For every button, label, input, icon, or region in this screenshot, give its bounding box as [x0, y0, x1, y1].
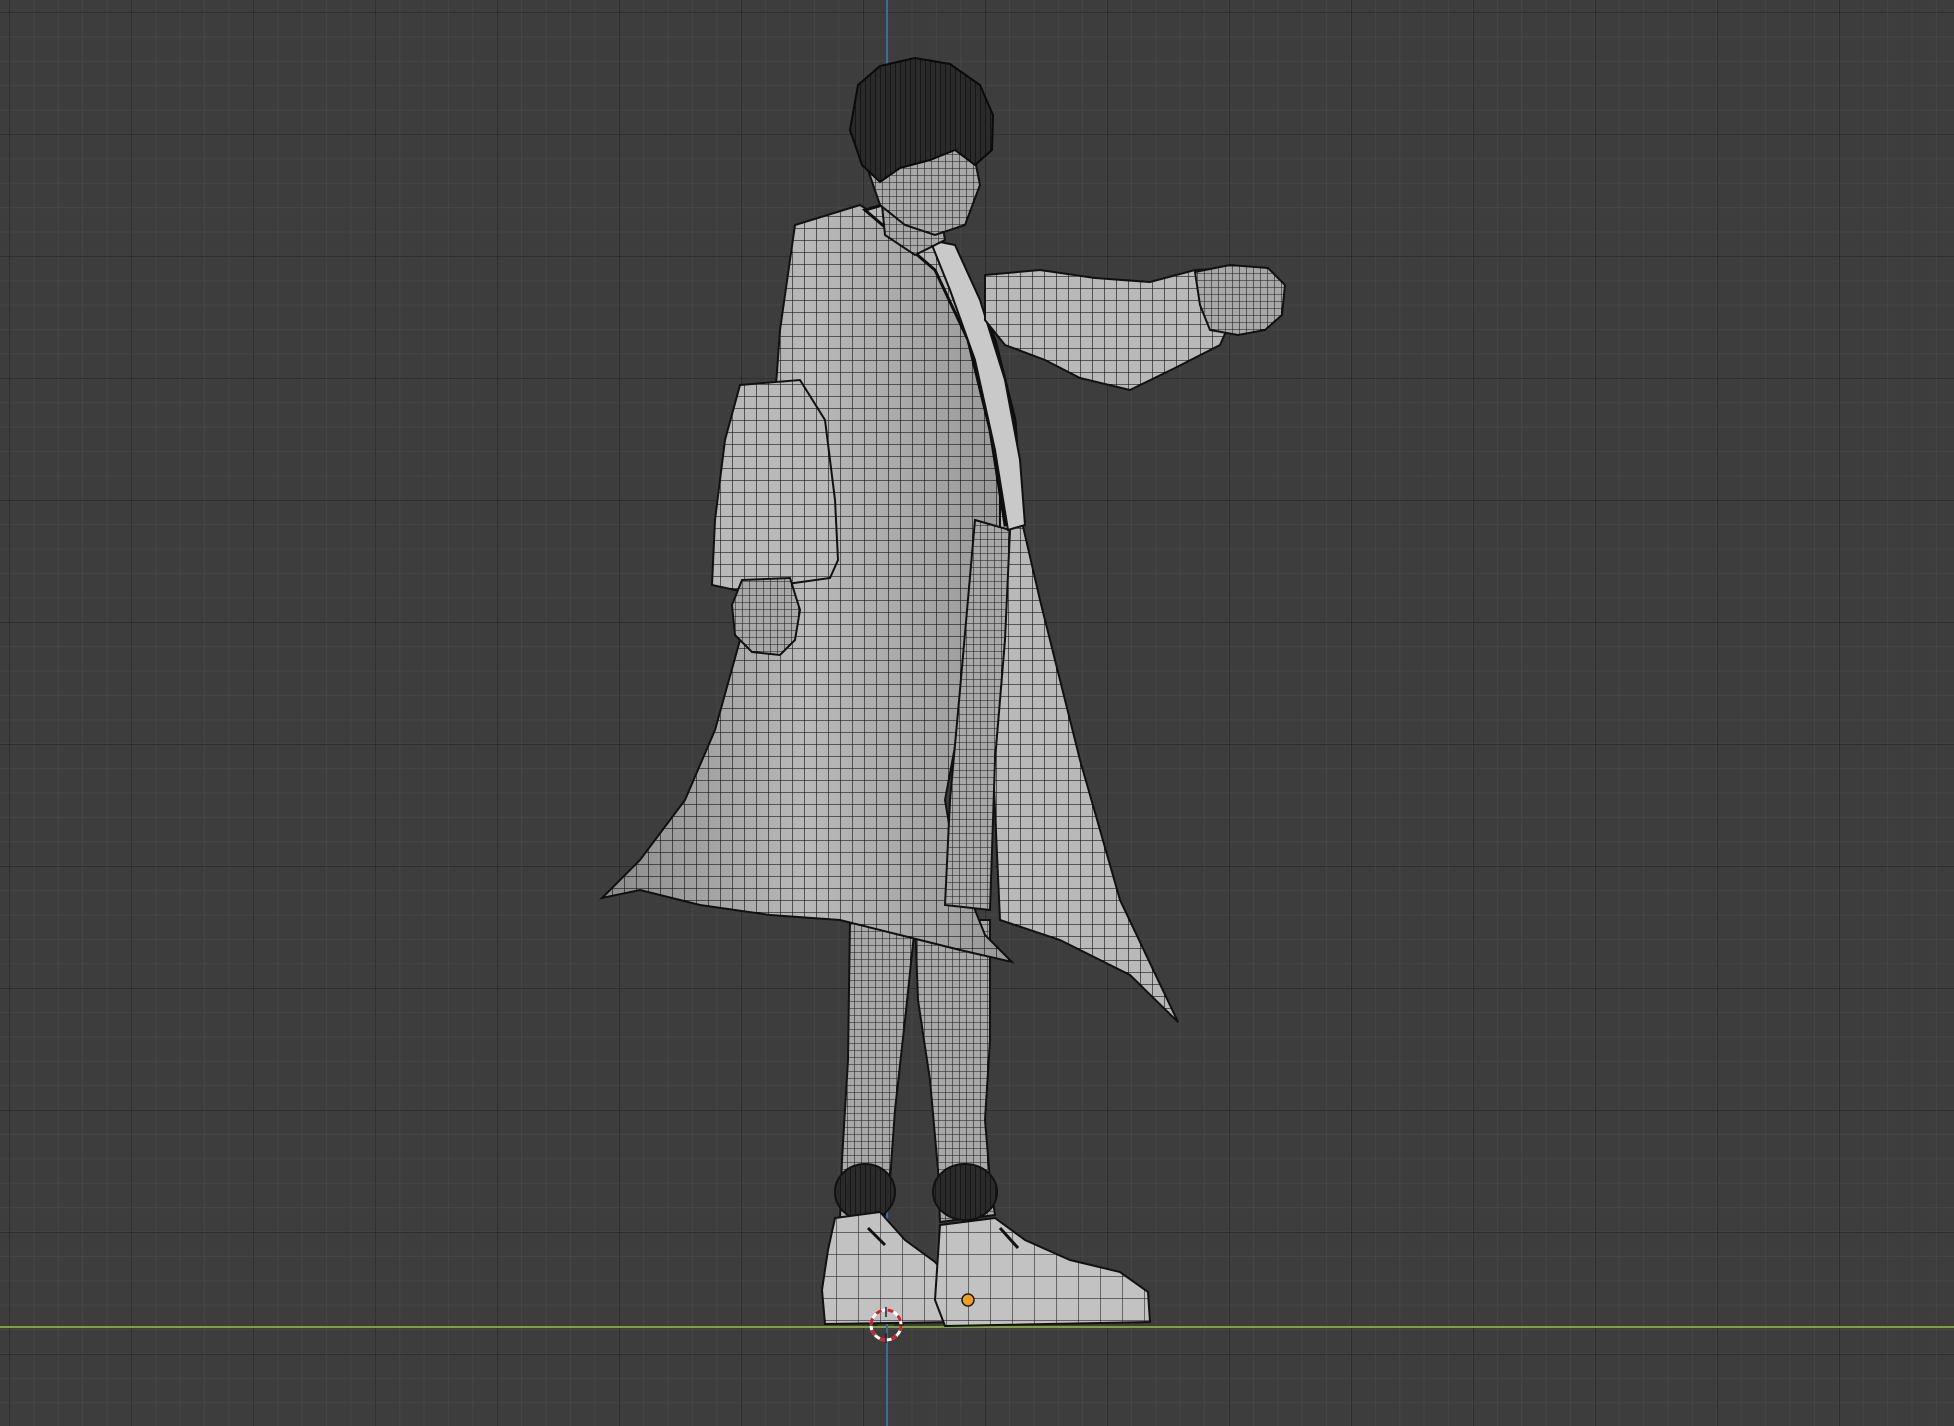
character-model[interactable] [0, 0, 1954, 1426]
object-origin-icon [961, 1293, 975, 1307]
right-shoe [933, 1216, 1152, 1328]
left-sleeve [710, 378, 840, 592]
right-pant-cuff [932, 1163, 998, 1221]
left-hand [730, 576, 802, 657]
left-pant-cuff [834, 1163, 896, 1221]
3d-cursor-icon[interactable] [866, 1305, 906, 1345]
3d-viewport[interactable] [0, 0, 1954, 1426]
right-hand [1193, 263, 1287, 337]
